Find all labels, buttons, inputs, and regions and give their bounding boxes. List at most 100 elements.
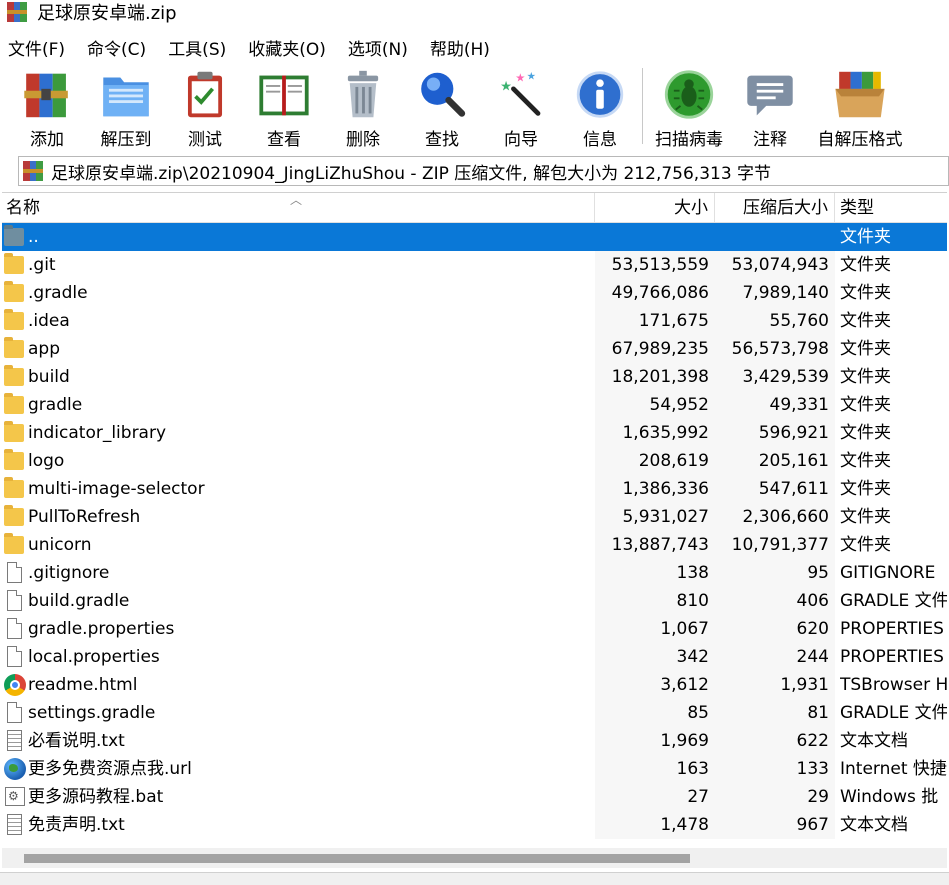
column-header-size[interactable]: 大小 <box>595 193 715 223</box>
file-type: GRADLE 文件 <box>840 703 947 723</box>
find-button[interactable]: 查找 <box>403 64 481 150</box>
horizontal-scrollbar[interactable] <box>2 848 947 868</box>
file-row[interactable]: local.properties 342 244 PROPERTIES <box>2 643 947 671</box>
file-size: 13,887,743 <box>595 531 715 559</box>
file-row[interactable]: .gitignore 138 95 GITIGNORE <box>2 559 947 587</box>
file-type: 文本文档 <box>840 815 908 835</box>
file-size: 18,201,398 <box>595 363 715 391</box>
file-size: 49,766,086 <box>595 279 715 307</box>
file-type: GRADLE 文件 <box>840 591 947 611</box>
menu-tools[interactable]: 工具(S) <box>168 35 226 60</box>
file-type: 文件夹 <box>840 507 891 527</box>
test-button[interactable]: 测试 <box>166 64 244 150</box>
svg-text:★: ★ <box>500 80 512 95</box>
scan-virus-button[interactable]: 扫描病毒 <box>650 64 728 150</box>
file-packed-size: 81 <box>715 699 835 727</box>
extract-to-button[interactable]: 解压到 <box>87 64 165 150</box>
delete-button[interactable]: 删除 <box>324 64 402 150</box>
column-header-packed-size[interactable]: 压缩后大小 <box>715 193 835 223</box>
file-row[interactable]: 更多免费资源点我.url 163 133 Internet 快捷 <box>2 755 947 783</box>
file-packed-size: 95 <box>715 559 835 587</box>
file-name: unicorn <box>28 535 92 555</box>
file-name: multi-image-selector <box>28 479 205 499</box>
file-row[interactable]: 必看说明.txt 1,969 622 文本文档 <box>2 727 947 755</box>
file-row[interactable]: app 67,989,235 56,573,798 文件夹 <box>2 335 947 363</box>
file-size: 342 <box>595 643 715 671</box>
column-header-type[interactable]: 类型 <box>835 193 947 223</box>
file-name: 更多免费资源点我.url <box>28 759 192 779</box>
file-size: 1,478 <box>595 811 715 839</box>
folder-icon <box>4 533 24 554</box>
file-row[interactable]: build.gradle 810 406 GRADLE 文件 <box>2 587 947 615</box>
add-button[interactable]: 添加 <box>8 64 86 150</box>
file-size: 138 <box>595 559 715 587</box>
sfx-button[interactable]: 自解压格式 <box>812 64 908 150</box>
file-type: GITIGNORE <box>840 563 936 583</box>
file-row[interactable]: unicorn 13,887,743 10,791,377 文件夹 <box>2 531 947 559</box>
file-row[interactable]: logo 208,619 205,161 文件夹 <box>2 447 947 475</box>
file-row[interactable]: multi-image-selector 1,386,336 547,611 文… <box>2 475 947 503</box>
file-row[interactable]: .gradle 49,766,086 7,989,140 文件夹 <box>2 279 947 307</box>
file-icon <box>7 590 22 611</box>
comment-label: 注释 <box>753 130 787 150</box>
file-row[interactable]: .idea 171,675 55,760 文件夹 <box>2 307 947 335</box>
winrar-app-icon <box>7 2 27 22</box>
file-row[interactable]: settings.gradle 85 81 GRADLE 文件 <box>2 699 947 727</box>
file-row[interactable]: readme.html 3,612 1,931 TSBrowser H <box>2 671 947 699</box>
file-packed-size: 7,989,140 <box>715 279 835 307</box>
archive-icon <box>23 161 43 181</box>
test-label: 测试 <box>188 130 222 150</box>
address-bar[interactable]: 足球原安卓端.zip\20210904_JingLiZhuShou - ZIP … <box>18 156 949 186</box>
file-packed-size: 49,331 <box>715 391 835 419</box>
toolbar: 添加 解压到 测试 查看 删除 查找 ★ ★ ★ 向导 信息 扫描病毒 注释 自… <box>0 64 949 150</box>
scrollbar-thumb[interactable] <box>24 854 690 863</box>
book-icon <box>259 75 309 116</box>
folder-icon <box>4 393 24 414</box>
file-size: 1,969 <box>595 727 715 755</box>
menu-file[interactable]: 文件(F) <box>8 35 65 60</box>
view-button[interactable]: 查看 <box>245 64 323 150</box>
file-packed-size: 10,791,377 <box>715 531 835 559</box>
file-row[interactable]: build 18,201,398 3,429,539 文件夹 <box>2 363 947 391</box>
extract-folder-icon <box>103 77 149 117</box>
file-packed-size: 3,429,539 <box>715 363 835 391</box>
comment-button[interactable]: 注释 <box>731 64 809 150</box>
file-packed-size: 53,074,943 <box>715 251 835 279</box>
file-type: 文件夹 <box>840 367 891 387</box>
file-name: PullToRefresh <box>28 507 141 527</box>
file-type: 文件夹 <box>840 423 891 443</box>
chrome-icon <box>4 674 26 696</box>
menu-options[interactable]: 选项(N) <box>348 35 408 60</box>
folder-icon <box>4 421 24 442</box>
file-row[interactable]: gradle.properties 1,067 620 PROPERTIES <box>2 615 947 643</box>
file-row[interactable]: indicator_library 1,635,992 596,921 文件夹 <box>2 419 947 447</box>
wizard-button[interactable]: ★ ★ ★ 向导 <box>482 64 560 150</box>
file-type: Internet 快捷 <box>840 759 947 779</box>
folder-icon <box>4 449 24 470</box>
file-row-parent[interactable]: .. 文件夹 <box>2 223 947 251</box>
file-size: 53,513,559 <box>595 251 715 279</box>
info-button[interactable]: 信息 <box>561 64 639 150</box>
menu-help[interactable]: 帮助(H) <box>430 35 490 60</box>
file-row[interactable]: PullToRefresh 5,931,027 2,306,660 文件夹 <box>2 503 947 531</box>
file-size: 3,612 <box>595 671 715 699</box>
file-row[interactable]: .git 53,513,559 53,074,943 文件夹 <box>2 251 947 279</box>
magnifier-icon <box>421 72 466 117</box>
menu-commands[interactable]: 命令(C) <box>87 35 146 60</box>
magic-wand-icon: ★★ ★ <box>500 70 541 116</box>
file-name: build.gradle <box>28 591 130 611</box>
virus-scan-icon <box>664 70 714 119</box>
column-header-name[interactable]: 名称 ︿ <box>2 193 595 223</box>
file-type: 文件夹 <box>840 451 891 471</box>
batch-file-icon <box>5 782 25 810</box>
info-icon <box>576 71 624 118</box>
file-size: 171,675 <box>595 307 715 335</box>
file-row[interactable]: 免责声明.txt 1,478 967 文本文档 <box>2 811 947 839</box>
title-bar: 足球原安卓端.zip <box>0 0 949 24</box>
list-header: 名称 ︿ 大小 压缩后大小 类型 <box>2 193 947 223</box>
file-icon <box>7 562 22 583</box>
file-row[interactable]: 更多源码教程.bat 27 29 Windows 批 <box>2 782 947 811</box>
file-icon <box>7 646 22 667</box>
file-row[interactable]: gradle 54,952 49,331 文件夹 <box>2 391 947 419</box>
menu-favorites[interactable]: 收藏夹(O) <box>248 35 326 60</box>
